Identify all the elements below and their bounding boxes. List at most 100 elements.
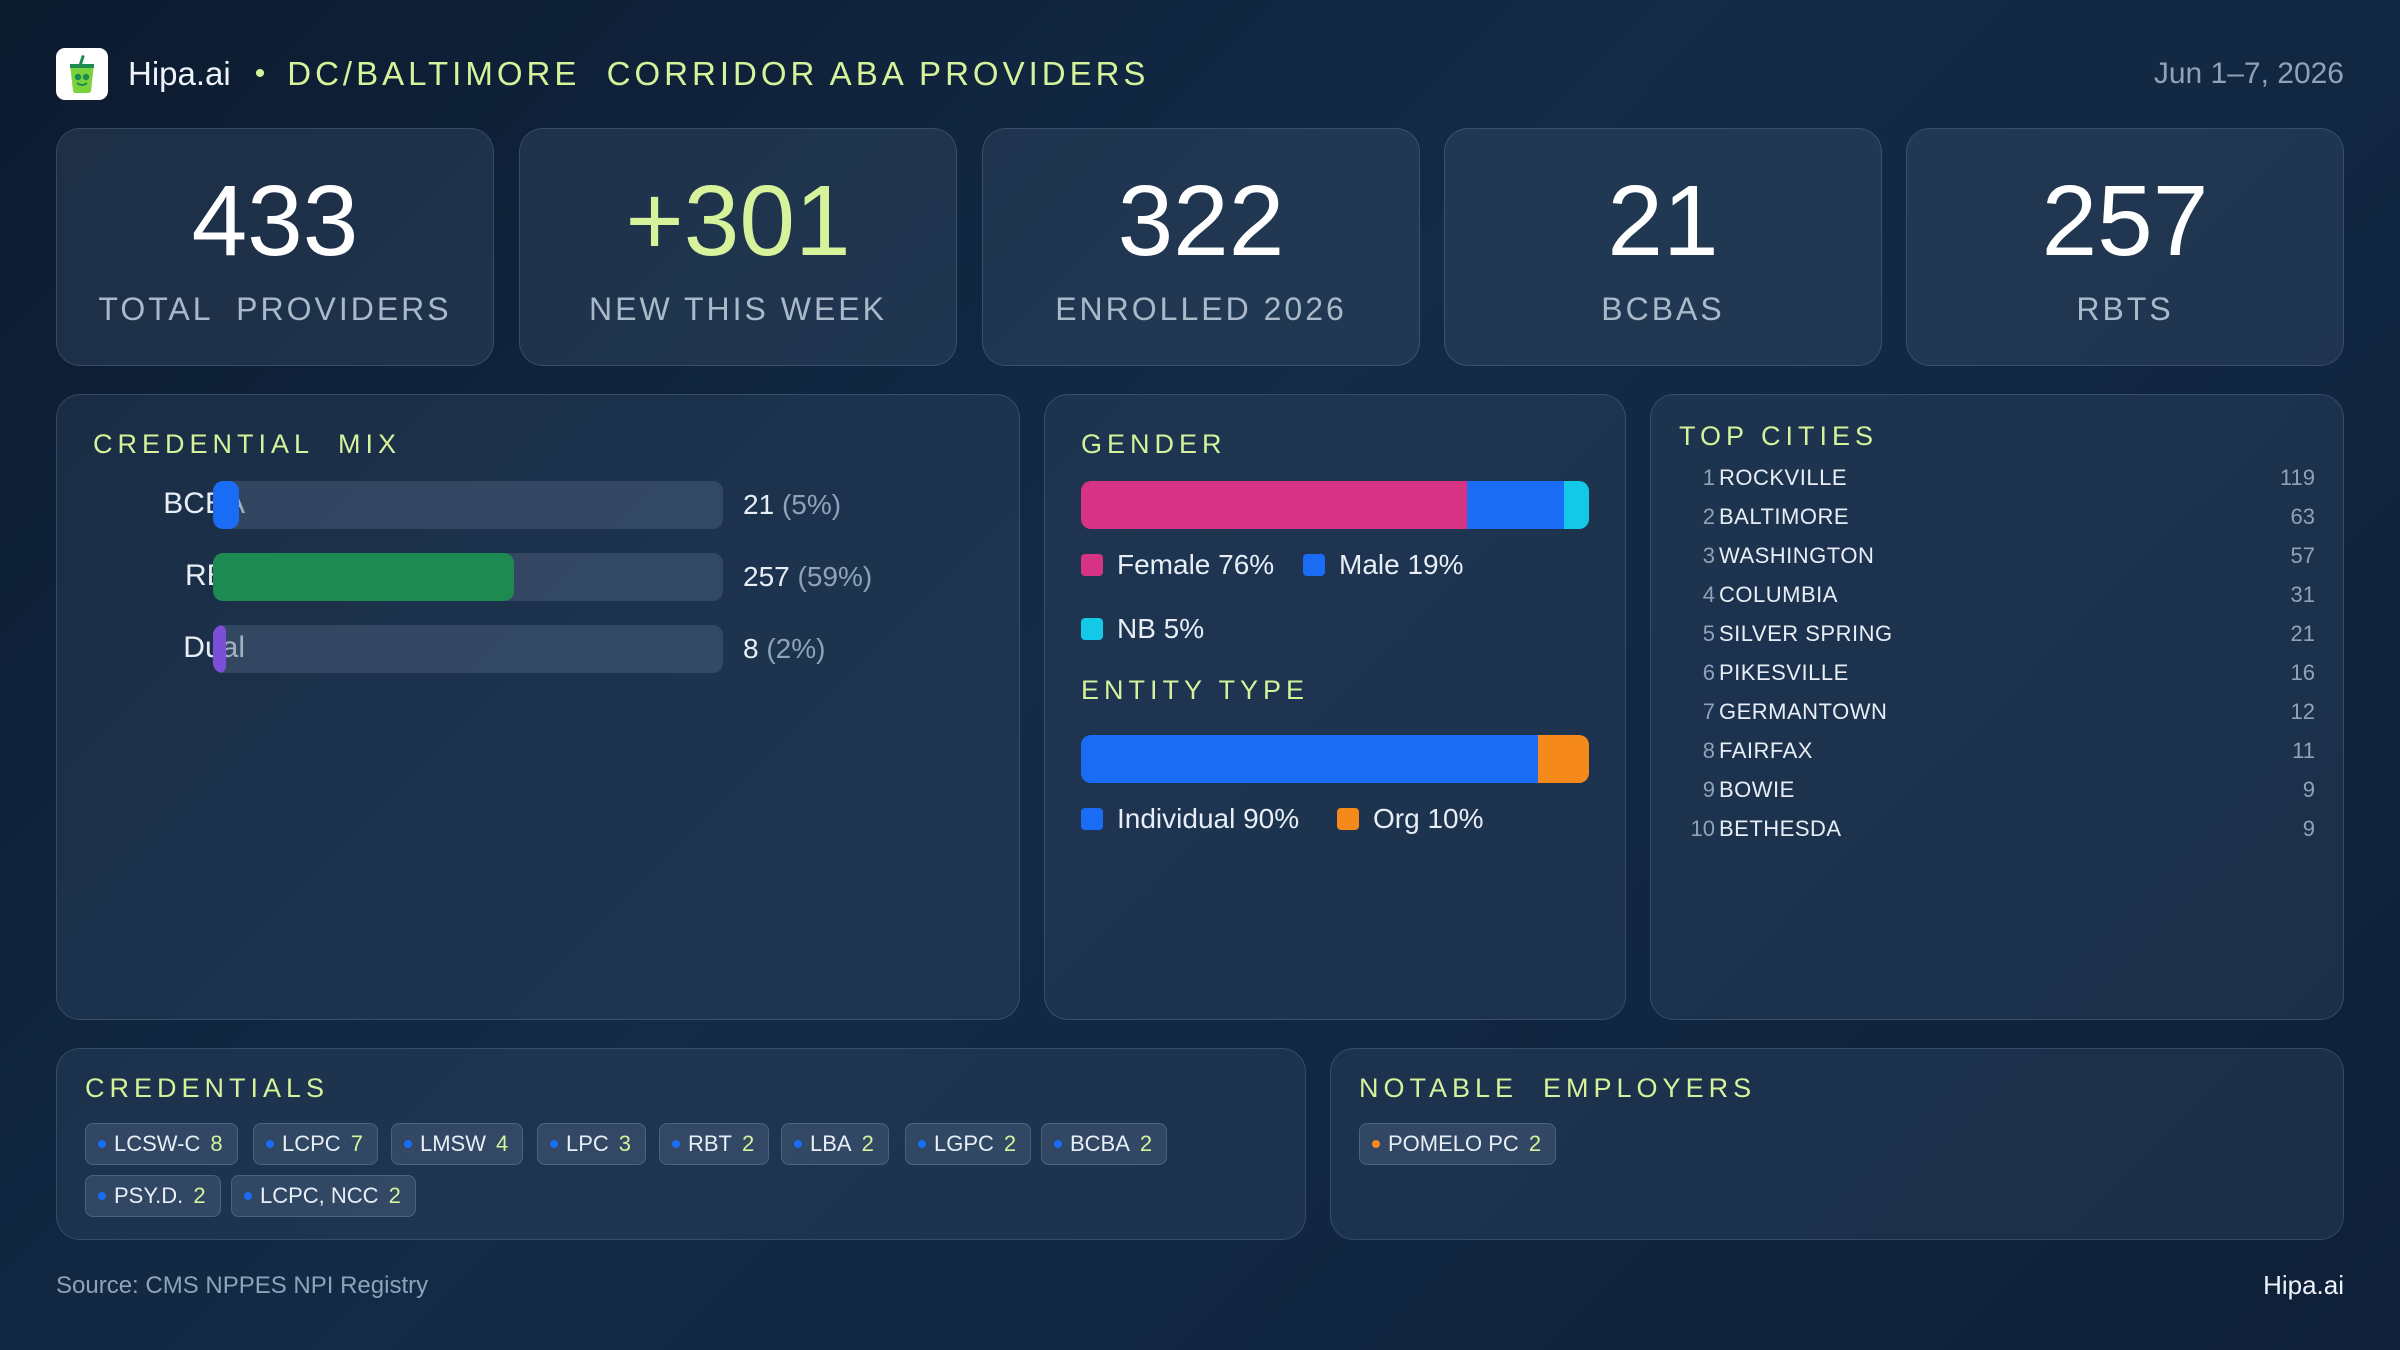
- city-count: 21: [2290, 621, 2315, 646]
- chip-count: 2: [1139, 1131, 1153, 1156]
- legend-label: Male 19%: [1339, 549, 1464, 580]
- credential-row-rbt: RBT 257 (59%): [57, 553, 1057, 601]
- chip: BCBA 2: [1041, 1123, 1168, 1165]
- chip-label: POMELO PC: [1388, 1131, 1519, 1156]
- legend-label: NB 5%: [1117, 613, 1205, 644]
- credentials-panel: CREDENTIALS LCSW-C 8 LCPC 7 LMSW 4 LPC 3 RBT 2 LBA…: [56, 1048, 1306, 1240]
- chip-label: PSY.D.: [114, 1183, 184, 1208]
- kpi-card-rbts: 257 RBTS: [1906, 128, 2344, 366]
- chip: LMSW 4: [391, 1123, 524, 1165]
- credential-row-bcba: BCBA 21 (5%): [57, 481, 1057, 529]
- city-rank: 2: [1702, 504, 1715, 529]
- brand-name: Hipa.ai: [128, 55, 231, 92]
- chip: LGPC 2: [905, 1123, 1032, 1165]
- credential-count: 21: [743, 489, 775, 520]
- top-cities-panel: TOP CITIES 1 ROCKVILLE 119 2 BALTIMORE 63 3 WAS…: [1650, 394, 2344, 1020]
- city-count: 16: [2290, 660, 2315, 685]
- chip-count: 2: [388, 1183, 401, 1208]
- credential-bar-track: [213, 481, 723, 529]
- chip-dot-icon: [794, 1140, 802, 1148]
- date-range: Jun 1–7, 2026: [2153, 57, 2344, 90]
- city-count: 31: [2290, 582, 2315, 607]
- legend-swatch: [1081, 554, 1103, 576]
- source-note: Source: CMS NPPES NPI Registry: [56, 1272, 429, 1299]
- credential-bar-track: [213, 553, 723, 601]
- chip-label: LCSW-C: [114, 1131, 201, 1156]
- city-row: 8 FAIRFAX 11: [1677, 738, 2315, 770]
- chip-count: 2: [193, 1183, 206, 1208]
- city-name: PIKESVILLE: [1719, 660, 1849, 685]
- entity-segment-individual: [1081, 735, 1539, 783]
- credential-bar-fill: [213, 625, 227, 673]
- gender-segment-nb: [1563, 481, 1589, 529]
- gender-entity-panel: GENDER Female 76% Male 19% NB 5% ENTITY …: [1044, 394, 1626, 1020]
- chip-count: 2: [861, 1131, 874, 1156]
- kpi-card-new-this-week: +301 NEW THIS WEEK: [519, 128, 957, 366]
- chip: LCPC 7: [253, 1123, 378, 1165]
- footer-brand: Hipa.ai: [2263, 1270, 2344, 1300]
- kpi-label: NEW THIS WEEK: [589, 291, 887, 327]
- city-name: WASHINGTON: [1719, 543, 1875, 568]
- credential-percent: (5%): [781, 489, 842, 520]
- kpi-card-bcbas: 21 BCBAS: [1444, 128, 1882, 366]
- notable-employers-panel: NOTABLE EMPLOYERS POMELO PC 2: [1330, 1048, 2344, 1240]
- legend-item-org: Org 10%: [1337, 803, 1484, 835]
- legend-label: Org 10%: [1373, 803, 1484, 834]
- city-count: 57: [2290, 543, 2315, 568]
- panel-title: TOP CITIES: [1679, 421, 1879, 451]
- city-name: BALTIMORE: [1719, 504, 1850, 529]
- city-name: GERMANTOWN: [1719, 699, 1888, 724]
- credential-bar-track: [213, 625, 723, 673]
- legend-swatch: [1081, 618, 1103, 640]
- city-count: 12: [2290, 699, 2315, 724]
- panel-title: NOTABLE EMPLOYERS: [1359, 1073, 1757, 1103]
- entity-type-stacked-bar: [1081, 735, 1589, 783]
- chip-dot-icon: [266, 1140, 274, 1148]
- city-count: 9: [2302, 816, 2315, 841]
- chip-count: 2: [742, 1131, 755, 1156]
- city-name: SILVER SPRING: [1719, 621, 1893, 646]
- credential-count: 8: [743, 633, 759, 664]
- chip-dot-icon: [98, 1140, 106, 1148]
- city-row: 3 WASHINGTON 57: [1677, 543, 2315, 575]
- chip-dot-icon: [918, 1140, 926, 1148]
- kpi-value: +301: [625, 165, 851, 277]
- chip-dot-icon: [244, 1192, 252, 1200]
- chip: LCSW-C 8: [85, 1123, 238, 1165]
- chip-dot-icon: [1054, 1140, 1062, 1148]
- city-name: ROCKVILLE: [1719, 465, 1847, 490]
- chip-label: LCPC: [282, 1131, 341, 1156]
- legend-label: Individual 90%: [1117, 803, 1300, 834]
- gender-segment-female: [1081, 481, 1468, 529]
- city-rank: 10: [1690, 816, 1715, 841]
- credential-count: 257: [743, 561, 790, 592]
- chip: RBT 2: [659, 1123, 770, 1165]
- city-rank: 9: [1702, 777, 1715, 802]
- legend-swatch: [1337, 808, 1359, 830]
- gender-segment-male: [1467, 481, 1564, 529]
- app-logo: [56, 48, 108, 100]
- legend-swatch: [1081, 808, 1103, 830]
- city-row: 7 GERMANTOWN 12: [1677, 699, 2315, 731]
- city-row: 5 SILVER SPRING 21: [1677, 621, 2315, 653]
- city-row: 10 BETHESDA 9: [1677, 816, 2315, 848]
- credential-bar-fill: [213, 481, 239, 529]
- legend-label: Female 76%: [1117, 549, 1275, 580]
- chip-label: BCBA: [1070, 1131, 1130, 1156]
- city-count: 119: [2279, 465, 2315, 490]
- chip: POMELO PC 2: [1359, 1123, 1557, 1165]
- credential-bar-fill: [213, 553, 514, 601]
- chip-count: 3: [618, 1131, 632, 1156]
- kpi-card-total-providers: 433 TOTAL PROVIDERS: [56, 128, 494, 366]
- city-row: 6 PIKESVILLE 16: [1677, 660, 2315, 692]
- kpi-label: ENROLLED 2026: [1055, 291, 1347, 327]
- credential-value: 8 (2%): [743, 633, 825, 665]
- chip-label: LBA: [810, 1131, 852, 1156]
- chip-label: LCPC, NCC: [260, 1183, 379, 1208]
- legend-item-individual: Individual 90%: [1081, 803, 1299, 835]
- chip-label: RBT: [688, 1131, 732, 1156]
- kpi-label: RBTS: [2076, 291, 2174, 327]
- kpi-label: BCBAS: [1601, 291, 1725, 327]
- city-name: BETHESDA: [1719, 816, 1842, 841]
- chip-count: 4: [496, 1131, 509, 1156]
